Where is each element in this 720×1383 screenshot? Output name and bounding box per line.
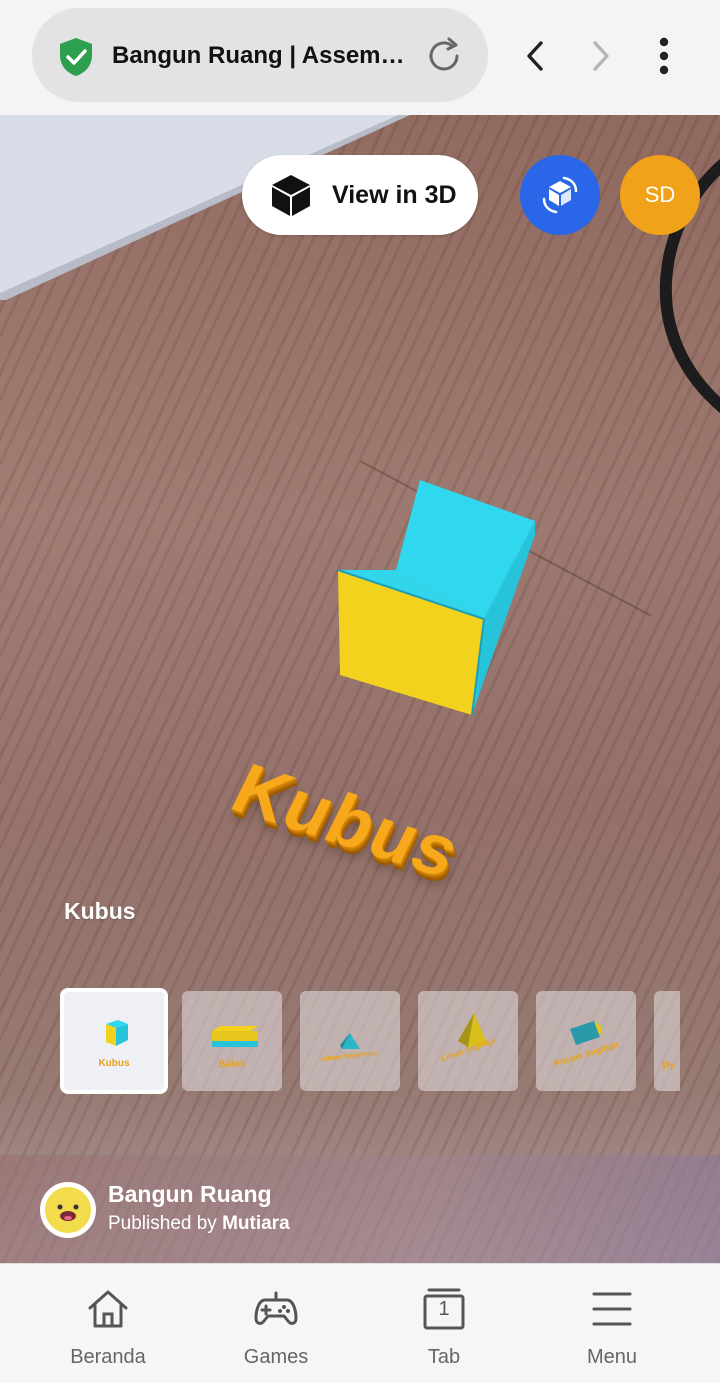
rotate-cube-icon xyxy=(542,176,578,214)
back-button[interactable] xyxy=(514,34,558,78)
publisher-title[interactable]: Bangun Ruang xyxy=(108,1181,272,1208)
limas-segiempat-thumbnail-image xyxy=(340,1033,360,1049)
thumbnail-prisma-segitiga[interactable]: Prisma Segitiga xyxy=(536,991,636,1091)
selected-shape-label: Kubus xyxy=(64,898,136,924)
thumbnail-balok[interactable]: Balok xyxy=(182,991,282,1091)
thumbnail-label: Kubus xyxy=(98,1058,130,1069)
thumbnail-label: Pr xyxy=(662,1059,675,1073)
view-in-3d-label: View in 3D xyxy=(332,180,457,209)
nav-label: Tab xyxy=(427,1346,461,1368)
nav-games[interactable]: Games xyxy=(206,1264,346,1383)
gamepad-icon xyxy=(254,1291,298,1325)
nav-label: Beranda xyxy=(70,1346,146,1368)
thumbnail-limas-segitiga[interactable]: Limas Segitiga xyxy=(418,991,518,1091)
published-by-prefix: Published by xyxy=(108,1213,217,1234)
thumbnail-label: Balok xyxy=(218,1059,246,1070)
nav-tab[interactable]: 1 Tab xyxy=(374,1264,514,1383)
cube-icon xyxy=(272,175,310,216)
author-name[interactable]: Mutiara xyxy=(222,1213,290,1234)
tab-count: 1 xyxy=(438,1298,450,1320)
balok-thumbnail-image xyxy=(212,1026,258,1047)
thumbnail-kubus[interactable]: Kubus xyxy=(60,988,168,1094)
nav-beranda[interactable]: Beranda xyxy=(38,1264,178,1383)
chevron-left-icon xyxy=(527,41,543,71)
kubus-3d-text: Kubus xyxy=(219,749,474,893)
nav-label: Games xyxy=(243,1346,309,1368)
chevron-right-icon xyxy=(593,41,609,71)
publisher-bar[interactable]: Bangun Ruang Published by Mutiara xyxy=(0,1155,720,1263)
browser-toolbar: Bangun Ruang | Assemb… xyxy=(0,0,720,115)
view-in-3d-button[interactable]: View in 3D xyxy=(242,155,478,235)
tab-count-icon: 1 xyxy=(421,1286,467,1332)
3d-cube-model[interactable] xyxy=(320,465,560,725)
kubus-thumbnail-image xyxy=(106,1020,128,1046)
menu-icon xyxy=(592,1292,632,1326)
thumbnail-partial[interactable]: Pr xyxy=(654,991,680,1091)
rotate-cube-button[interactable] xyxy=(520,155,600,235)
nav-menu[interactable]: Menu xyxy=(542,1264,682,1383)
more-vertical-icon xyxy=(659,37,669,75)
shape-thumbnail-strip[interactable]: Kubus Balok Limas Segiempat Limas Segiti… xyxy=(60,988,680,1096)
smiley-face-icon xyxy=(45,1187,91,1233)
publisher-avatar[interactable] xyxy=(40,1182,96,1238)
page-title[interactable]: Bangun Ruang | Assemb… xyxy=(112,38,408,74)
reload-icon[interactable] xyxy=(424,36,464,76)
home-icon xyxy=(88,1290,128,1328)
browser-menu-button[interactable] xyxy=(642,34,686,78)
thumbnail-limas-segiempat[interactable]: Limas Segiempat xyxy=(300,991,400,1091)
forward-button[interactable] xyxy=(578,34,622,78)
nav-label: Menu xyxy=(586,1346,638,1368)
shield-check-icon xyxy=(60,38,92,76)
bottom-navigation: Beranda Games 1 Tab Menu xyxy=(0,1263,720,1383)
published-by-line: Published by Mutiara xyxy=(108,1213,290,1235)
user-avatar-badge[interactable]: SD xyxy=(620,155,700,235)
